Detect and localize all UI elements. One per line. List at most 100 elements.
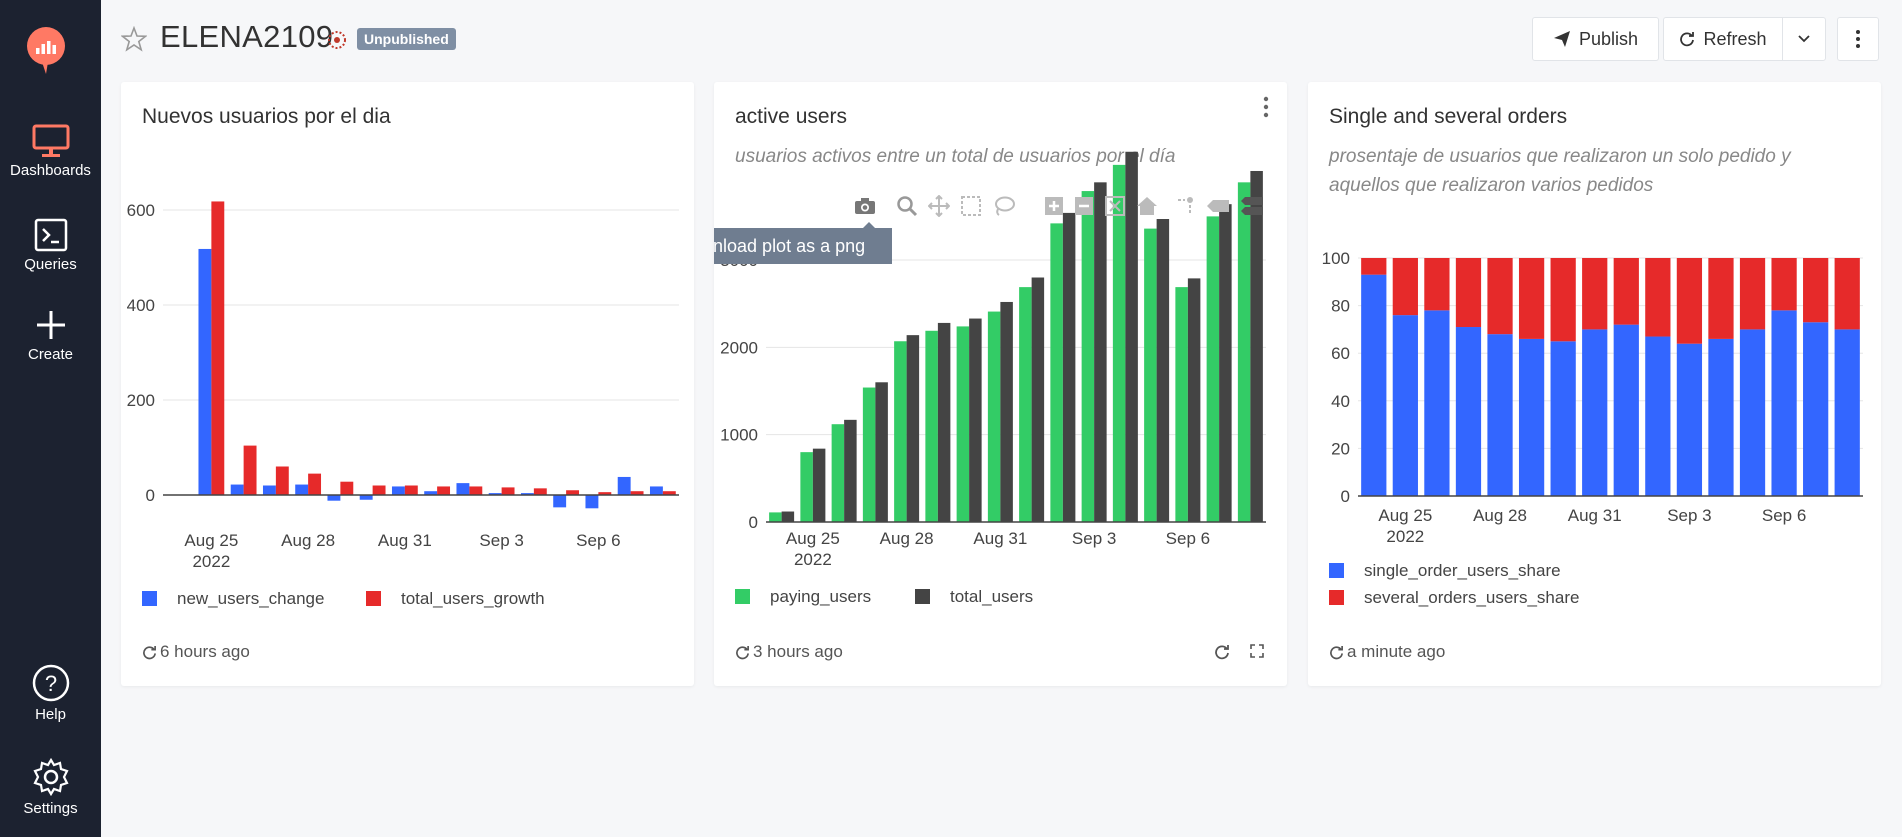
- refreshed-text: 6 hours ago: [160, 642, 250, 661]
- bar: [1550, 258, 1576, 342]
- bar: [1676, 258, 1703, 344]
- spike-lines-icon[interactable]: [1174, 195, 1196, 222]
- bar: [243, 445, 257, 495]
- bar: [1237, 182, 1251, 522]
- zoom-in-icon[interactable]: [1044, 196, 1064, 221]
- user-avatar-icon: [328, 31, 346, 49]
- refresh-label: Refresh: [1703, 28, 1767, 49]
- x-tick-label: Aug 28: [880, 529, 934, 548]
- sidebar: Dashboards Queries Create ? Help Setting…: [0, 0, 101, 837]
- bar: [1739, 258, 1766, 330]
- bar: [1834, 329, 1860, 496]
- hover-closest-icon[interactable]: [1206, 198, 1230, 219]
- legend-swatch: [366, 591, 381, 606]
- x-tick-label: Aug 28: [1473, 506, 1527, 525]
- x-tick-label: 2022: [192, 552, 230, 571]
- pan-icon[interactable]: [927, 194, 951, 222]
- fullscreen-icon[interactable]: [1250, 644, 1264, 658]
- refresh-schedule-dropdown[interactable]: [1782, 17, 1826, 61]
- bar: [1613, 258, 1639, 325]
- bar: [1708, 338, 1734, 496]
- box-select-icon[interactable]: [960, 195, 982, 222]
- y-tick-label: 0: [1341, 487, 1350, 506]
- reset-axes-icon[interactable]: [1136, 196, 1158, 221]
- widget-active-users: active users usuarios activos entre un t…: [714, 82, 1287, 686]
- bar: [956, 326, 970, 522]
- bar: [501, 487, 515, 495]
- sidebar-item-queries[interactable]: Queries: [0, 218, 101, 273]
- refresh-widget-icon[interactable]: [1214, 644, 1230, 660]
- bar: [1708, 258, 1734, 339]
- y-tick-label: 80: [1331, 297, 1350, 316]
- bar: [1803, 322, 1829, 496]
- bar: [906, 335, 920, 522]
- bar: [1424, 258, 1450, 311]
- bar: [230, 484, 244, 495]
- bar: [585, 495, 599, 509]
- more-options-button[interactable]: [1837, 17, 1879, 61]
- bar: [1676, 343, 1703, 496]
- lasso-select-icon[interactable]: [992, 195, 1016, 222]
- x-tick-label: Aug 31: [973, 529, 1027, 548]
- legend-swatch: [142, 591, 157, 606]
- sidebar-item-label: Queries: [24, 256, 77, 273]
- legend-swatch: [915, 589, 930, 604]
- bar: [987, 311, 1001, 522]
- sidebar-item-help[interactable]: ? Help: [0, 664, 101, 723]
- hover-compare-icon[interactable]: [1240, 195, 1264, 222]
- y-tick-label: 60: [1331, 344, 1350, 363]
- y-tick-label: 40: [1331, 392, 1350, 411]
- zoom-out-icon[interactable]: [1074, 196, 1094, 221]
- sidebar-item-dashboards[interactable]: Dashboards: [0, 124, 101, 179]
- camera-icon[interactable]: [854, 197, 876, 220]
- bar: [275, 466, 289, 495]
- bar: [327, 495, 341, 501]
- bar: [844, 419, 857, 522]
- bar: [211, 201, 225, 495]
- y-tick-label: 600: [127, 201, 155, 220]
- refreshed-text: a minute ago: [1347, 642, 1446, 661]
- x-tick-label: Aug 31: [378, 531, 432, 550]
- zoom-icon[interactable]: [896, 195, 918, 222]
- y-tick-label: 20: [1331, 439, 1350, 458]
- legend-swatch: [1329, 590, 1344, 605]
- refresh-button[interactable]: Refresh: [1663, 17, 1783, 61]
- publish-button[interactable]: Publish: [1532, 17, 1659, 61]
- bar: [831, 424, 845, 522]
- bar: [1424, 310, 1450, 496]
- bar: [1050, 223, 1063, 522]
- active-users-chart[interactable]: 0100020003000Aug 252022Aug 28Aug 31Sep 3…: [714, 82, 1287, 622]
- y-tick-label: 0: [146, 486, 155, 505]
- publish-label: Publish: [1578, 28, 1639, 49]
- bar: [937, 322, 951, 522]
- sidebar-item-settings[interactable]: Settings: [0, 758, 101, 817]
- terminal-icon: [34, 218, 67, 252]
- widget-refreshed: a minute ago: [1329, 642, 1445, 662]
- y-tick-label: 400: [127, 296, 155, 315]
- sidebar-item-create[interactable]: Create: [0, 308, 101, 363]
- new-users-chart[interactable]: 0 200 400 600 Aug 25 2022 Aug 28 Aug 31 Sep 3 Sep…: [121, 82, 694, 622]
- bar: [533, 488, 547, 495]
- bar: [1455, 258, 1482, 328]
- status-badge: Unpublished: [357, 28, 456, 50]
- bar: [1739, 329, 1766, 496]
- orders-chart[interactable]: 0 20 40 60 80 100 Aug 25 2022 Aug 28 Aug 31 Sep 3 S…: [1308, 82, 1881, 622]
- bar: [1645, 258, 1671, 337]
- favorite-star-icon[interactable]: [121, 26, 147, 52]
- bar: [1803, 258, 1829, 323]
- bar: [1219, 204, 1232, 522]
- bar: [1771, 258, 1797, 311]
- autoscale-icon[interactable]: [1104, 195, 1126, 222]
- bar: [1518, 258, 1545, 339]
- bar: [812, 448, 826, 522]
- sidebar-item-label: Settings: [23, 800, 78, 817]
- bar: [1031, 277, 1045, 522]
- bar: [1518, 338, 1545, 496]
- y-tick-label: 0: [749, 513, 758, 532]
- bar: [1019, 287, 1032, 522]
- x-tick-label: Aug 25: [786, 529, 840, 548]
- redash-logo-icon[interactable]: [26, 26, 66, 76]
- refresh-icon: [1680, 32, 1695, 47]
- y-tick-label: 100: [1322, 249, 1350, 268]
- x-tick-label: 2022: [794, 550, 832, 569]
